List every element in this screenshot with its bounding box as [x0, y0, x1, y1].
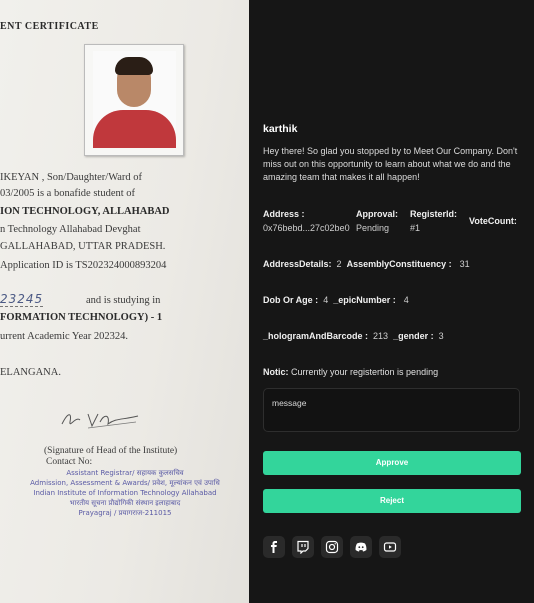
reject-button[interactable]: Reject	[263, 489, 521, 513]
student-photo	[84, 44, 184, 156]
assembly-constituency-value: 31	[459, 259, 470, 269]
notic-text: Currently your registertion is pending	[291, 367, 439, 377]
vote-count-label: VoteCount:	[469, 216, 517, 226]
stamp-line: Indian Institute of Information Technolo…	[33, 489, 217, 497]
certificate-line: Application ID is TS202324000893204	[0, 260, 167, 271]
signature-scribble	[61, 413, 139, 429]
instagram-icon[interactable]	[321, 536, 343, 558]
address-label: Address :	[263, 209, 305, 219]
address-details-value: 2	[336, 259, 342, 269]
signature-caption: (Signature of Head of the Institute)	[44, 446, 178, 456]
certificate-line: ION TECHNOLOGY, ALLAHABAD	[0, 206, 170, 217]
dob-value: 4	[323, 295, 329, 305]
gender-label: _gender :	[393, 331, 434, 341]
notic-label: Notic:	[263, 367, 289, 377]
certificate-line: GALLAHABAD, UTTAR PRADESH.	[0, 241, 166, 252]
epic-number-label: _epicNumber :	[333, 295, 396, 305]
address-value: 0x76bebd...27c02be0	[263, 223, 350, 233]
address-details-label: AddressDetails:	[263, 259, 332, 269]
description-text: Hey there! So glad you stopped by to Mee…	[263, 146, 518, 182]
discord-icon[interactable]	[350, 536, 372, 558]
facebook-icon[interactable]	[263, 536, 285, 558]
gender-value: 3	[438, 331, 444, 341]
register-id-label: RegisterId:	[410, 209, 458, 219]
hologram-label: _hologramAndBarcode :	[263, 331, 369, 341]
certificate-image: ENT CERTIFICATE IKEYAN , Son/Daughter/Wa…	[0, 0, 249, 603]
stamp-line: Assistant Registrar/ सहायक कुलसचिव	[66, 469, 184, 477]
certificate-title: ENT CERTIFICATE	[0, 21, 99, 32]
certificate-line: IKEYAN , Son/Daughter/Ward of	[0, 172, 143, 183]
dob-row: Dob Or Age : 4 _epicNumber : 4	[263, 295, 409, 305]
approval-value: Pending	[356, 223, 390, 233]
user-name: karthik	[263, 123, 298, 135]
institute-stamp: Assistant Registrar/ सहायक कुलसचिव Admis…	[30, 468, 220, 518]
notic-row: Notic: Currently your registertion is pe…	[263, 367, 438, 377]
certificate-line: n Technology Allahabad Devghat	[0, 224, 141, 235]
voter-detail-panel: karthik Hey there! So glad you stopped b…	[249, 0, 534, 603]
certificate-line: FORMATION TECHNOLOGY) - 1	[0, 312, 163, 323]
certificate-line: and is studying in	[86, 295, 161, 306]
stamp-line: भारतीय सूचना प्रौद्योगिकी संस्थान इलाहाब…	[69, 499, 181, 507]
approval-label: Approval:	[356, 209, 399, 219]
hologram-value: 213	[373, 331, 389, 341]
youtube-icon[interactable]	[379, 536, 401, 558]
epic-number-value: 4	[403, 295, 409, 305]
certificate-line: 03/2005 is a bonafide student of	[0, 188, 136, 199]
dob-label: Dob Or Age :	[263, 295, 319, 305]
twitch-icon[interactable]	[292, 536, 314, 558]
message-textarea[interactable]: message	[263, 388, 520, 432]
hologram-row: _hologramAndBarcode : 213 _gender : 3	[263, 331, 444, 341]
message-placeholder: message	[272, 398, 307, 408]
certificate-line: urrent Academic Year 202324.	[0, 331, 129, 342]
assembly-constituency-label: AssemblyConstituency :	[346, 259, 452, 269]
register-id-value: #1	[410, 223, 421, 233]
stamp-line: Prayagraj / प्रयागराज-211015	[78, 509, 172, 517]
certificate-line: ELANGANA.	[0, 367, 61, 378]
approve-button[interactable]: Approve	[263, 451, 521, 475]
contact-label: Contact No:	[46, 457, 93, 467]
stamp-line: Admission, Assessment & Awards/ प्रवेश, …	[30, 479, 220, 487]
address-details-row: AddressDetails: 2 AssemblyConstituency :…	[263, 259, 470, 269]
handwritten-number: 23245	[0, 292, 44, 307]
